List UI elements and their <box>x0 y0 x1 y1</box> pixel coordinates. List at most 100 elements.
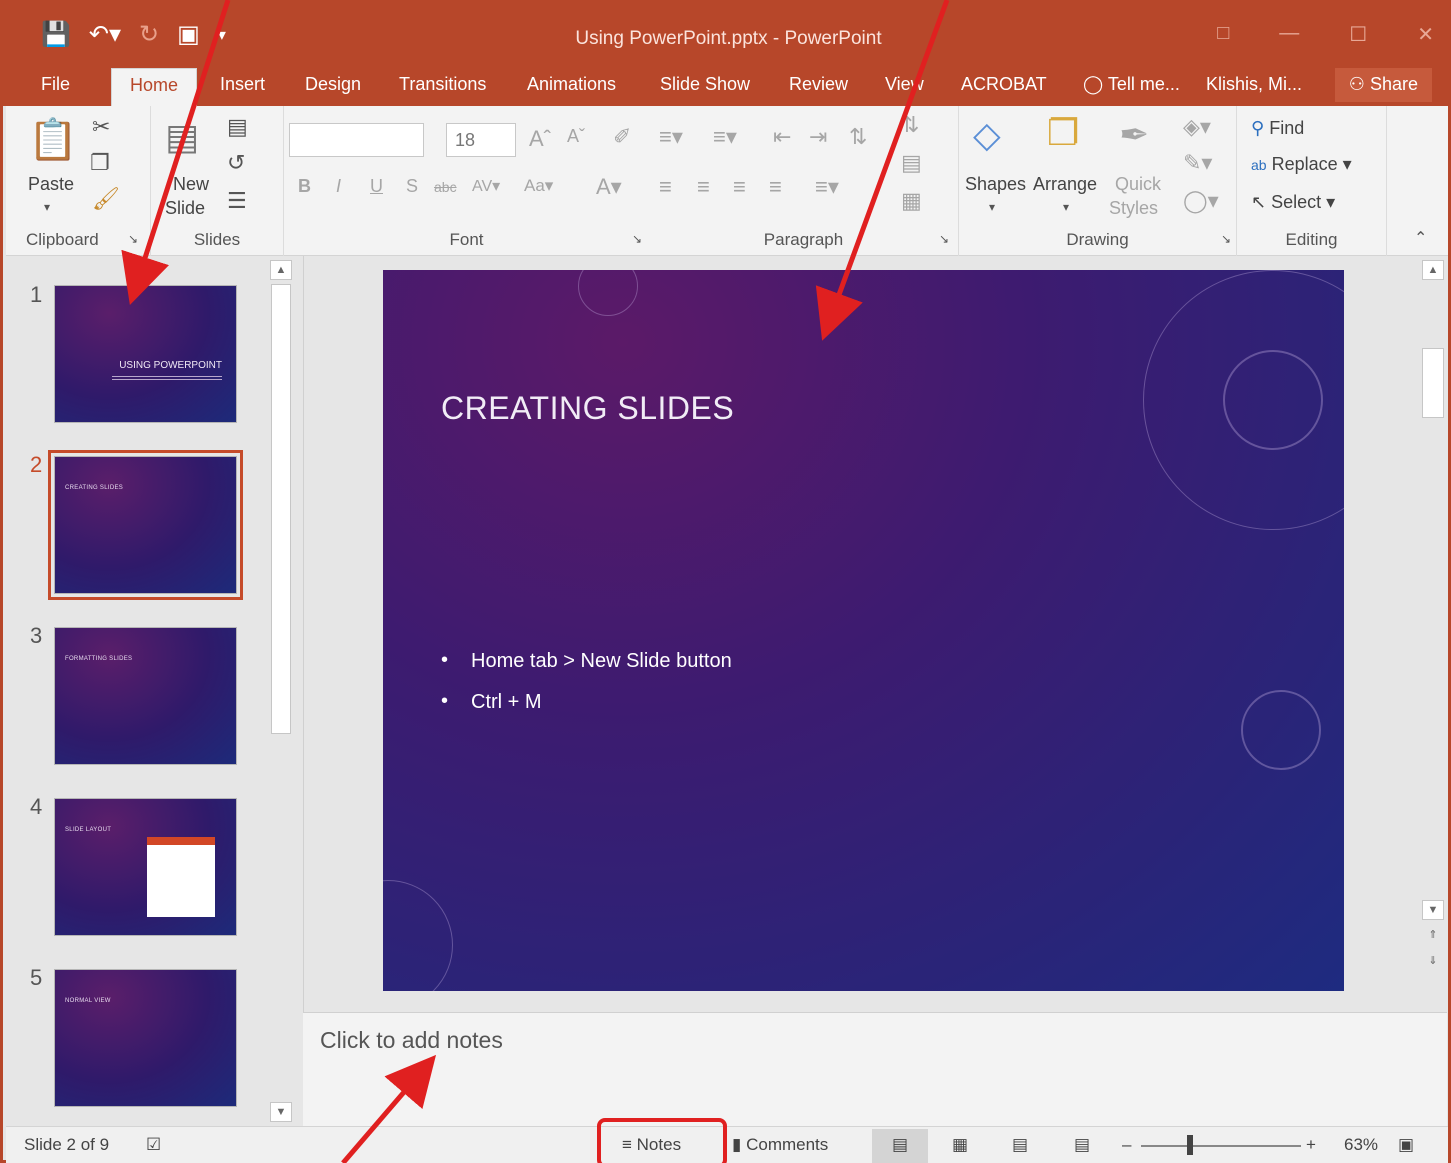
new-slide-label-1[interactable]: New <box>173 174 209 195</box>
fit-to-window-icon[interactable]: ▣ <box>1398 1135 1414 1155</box>
close-icon[interactable]: ✕ <box>1417 22 1434 47</box>
slide-thumbnail-4[interactable]: SLIDE LAYOUT <box>54 798 237 936</box>
font-launcher-icon[interactable]: ↘ <box>632 232 642 246</box>
arrange-dropdown-icon[interactable]: ▾ <box>1063 200 1069 214</box>
reading-view-icon[interactable]: ▤ <box>1012 1135 1028 1155</box>
tab-acrobat[interactable]: ACROBAT <box>961 74 1047 95</box>
align-right-icon[interactable]: ≡ <box>733 174 746 200</box>
tab-design[interactable]: Design <box>305 74 361 95</box>
columns-icon[interactable]: ≡▾ <box>815 174 839 200</box>
scroll-down-icon[interactable]: ▼ <box>270 1102 292 1122</box>
numbering-icon[interactable]: ≡▾ <box>713 124 737 150</box>
increase-indent-icon[interactable]: ⇥ <box>809 124 827 150</box>
align-left-icon[interactable]: ≡ <box>659 174 672 200</box>
quick-styles-label-2[interactable]: Styles <box>1109 198 1158 219</box>
strikethrough-icon[interactable]: abc <box>434 179 457 195</box>
find-button[interactable]: ⚲ Find <box>1251 118 1304 139</box>
arrange-icon[interactable]: ❐ <box>1047 112 1079 154</box>
change-case-icon[interactable]: Aa▾ <box>524 176 553 196</box>
shapes-button[interactable]: Shapes <box>965 174 1026 195</box>
decrease-indent-icon[interactable]: ⇤ <box>773 124 791 150</box>
slide-thumbnail-3[interactable]: FORMATTING SLIDES <box>54 627 237 765</box>
slide-thumbnail-2[interactable]: CREATING SLIDES <box>48 450 243 600</box>
new-slide-icon[interactable]: ▤ <box>165 116 199 158</box>
notes-placeholder[interactable]: Click to add notes <box>320 1027 503 1054</box>
tab-animations[interactable]: Animations <box>527 74 616 95</box>
slide-sorter-icon[interactable]: ▦ <box>952 1135 968 1155</box>
zoom-slider-knob[interactable] <box>1187 1135 1193 1155</box>
normal-view-icon[interactable]: ▤ <box>872 1129 929 1163</box>
shape-effects-icon[interactable]: ◯▾ <box>1183 188 1219 214</box>
shape-outline-icon[interactable]: ✎▾ <box>1183 150 1212 176</box>
copy-icon[interactable]: ❐ <box>90 150 110 176</box>
slide-show-icon[interactable]: ▤ <box>1074 1135 1090 1155</box>
collapse-ribbon-icon[interactable]: ⌃ <box>1414 228 1427 248</box>
section-icon[interactable]: ☰ <box>227 188 247 214</box>
scroll-up-icon[interactable]: ▲ <box>270 260 292 280</box>
font-name-input[interactable] <box>289 123 424 157</box>
decrease-font-icon[interactable]: Aˇ <box>567 126 585 147</box>
clear-formatting-icon[interactable]: ✐ <box>613 124 631 150</box>
share-button[interactable]: ⚇ Share <box>1334 68 1432 102</box>
paste-dropdown-icon[interactable]: ▾ <box>44 200 50 214</box>
bold-icon[interactable]: B <box>298 176 311 197</box>
paste-icon[interactable]: 📋 <box>28 116 78 163</box>
thumbnail-scrollbar[interactable]: ▲ ▼ <box>269 260 293 1125</box>
character-spacing-icon[interactable]: AV▾ <box>472 176 500 196</box>
text-direction-icon[interactable]: ⇅ <box>901 112 919 138</box>
previous-slide-icon[interactable]: ⇑ <box>1422 926 1444 946</box>
shapes-dropdown-icon[interactable]: ▾ <box>989 200 995 214</box>
slide-bullet-list[interactable]: Home tab > New Slide button Ctrl + M <box>441 649 732 732</box>
new-slide-label-2[interactable]: Slide <box>165 198 205 219</box>
replace-button[interactable]: ab Replace ▾ <box>1251 154 1352 175</box>
tab-home[interactable]: Home <box>111 68 198 106</box>
drawing-launcher-icon[interactable]: ↘ <box>1221 232 1231 246</box>
spell-check-icon[interactable]: ☑ <box>146 1135 161 1155</box>
next-slide-icon[interactable]: ⇓ <box>1422 952 1444 972</box>
line-spacing-icon[interactable]: ⇅ <box>849 124 867 150</box>
scrollbar-thumb[interactable] <box>271 284 291 734</box>
underline-icon[interactable]: U <box>370 176 383 197</box>
reset-icon[interactable]: ↺ <box>227 150 245 176</box>
bullets-icon[interactable]: ≡▾ <box>659 124 683 150</box>
increase-font-icon[interactable]: Aˆ <box>529 126 551 152</box>
slide-title[interactable]: CREATING SLIDES <box>441 390 734 427</box>
slide-thumbnail-5[interactable]: NORMAL VIEW <box>54 969 237 1107</box>
editor-scrollbar[interactable]: ▲ ▼ ⇑ ⇓ <box>1421 256 1447 1012</box>
align-text-icon[interactable]: ▤ <box>901 150 922 176</box>
maximize-icon[interactable]: ☐ <box>1349 22 1367 47</box>
font-size-input[interactable]: 18 <box>446 123 516 157</box>
tab-insert[interactable]: Insert <box>220 74 265 95</box>
scroll-down-icon[interactable]: ▼ <box>1422 900 1444 920</box>
font-color-icon[interactable]: A▾ <box>596 174 622 200</box>
align-center-icon[interactable]: ≡ <box>697 174 710 200</box>
comments-button[interactable]: ▮ Comments <box>732 1135 828 1155</box>
shapes-icon[interactable]: ◇ <box>973 114 1001 156</box>
quick-styles-label-1[interactable]: Quick <box>1115 174 1161 195</box>
slide-thumbnail-1[interactable]: USING POWERPOINT <box>54 285 237 423</box>
zoom-slider[interactable] <box>1141 1145 1301 1147</box>
shadow-icon[interactable]: S <box>406 176 418 197</box>
notes-pane[interactable]: Click to add notes <box>303 1012 1447 1126</box>
smartart-icon[interactable]: ▦ <box>901 188 922 214</box>
scroll-up-icon[interactable]: ▲ <box>1422 260 1444 280</box>
select-button[interactable]: ↖ Select ▾ <box>1251 192 1335 213</box>
paragraph-launcher-icon[interactable]: ↘ <box>939 232 949 246</box>
tab-file[interactable]: File <box>41 74 70 95</box>
user-account[interactable]: Klishis, Mi... <box>1206 74 1302 95</box>
minimize-icon[interactable]: — <box>1279 22 1299 47</box>
current-slide[interactable]: CREATING SLIDES Home tab > New Slide but… <box>383 270 1344 991</box>
italic-icon[interactable]: I <box>336 176 341 197</box>
tab-review[interactable]: Review <box>789 74 848 95</box>
cut-icon[interactable]: ✂ <box>92 114 110 140</box>
scrollbar-thumb[interactable] <box>1422 348 1444 418</box>
ribbon-display-options-icon[interactable]: □ <box>1217 22 1229 47</box>
quick-styles-icon[interactable]: ✒ <box>1119 114 1149 156</box>
shape-fill-icon[interactable]: ◈▾ <box>1183 114 1211 140</box>
zoom-out-icon[interactable]: – <box>1122 1135 1131 1155</box>
tab-view[interactable]: View <box>885 74 924 95</box>
clipboard-launcher-icon[interactable]: ↘ <box>128 232 138 246</box>
tell-me-box[interactable]: ◯ Tell me... <box>1083 74 1180 95</box>
tab-transitions[interactable]: Transitions <box>399 74 486 95</box>
format-painter-icon[interactable]: 🖌 <box>92 186 120 212</box>
